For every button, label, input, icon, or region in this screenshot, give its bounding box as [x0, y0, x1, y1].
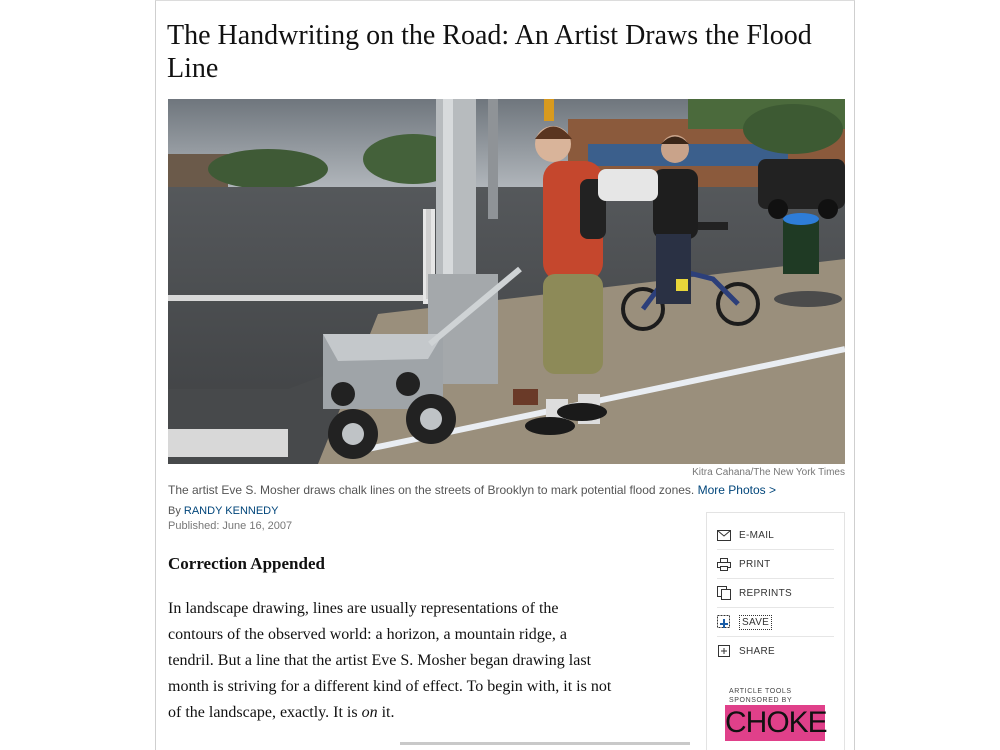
reprints-icon — [717, 586, 731, 600]
caption-text: The artist Eve S. Mosher draws chalk lin… — [168, 483, 695, 497]
tool-label: E-MAIL — [739, 529, 775, 541]
paragraph-line: tendril. But a line that the artist Eve … — [168, 652, 592, 669]
envelope-icon — [717, 528, 731, 542]
tool-label: REPRINTS — [739, 587, 792, 599]
paragraph-line: of the landscape, exactly. It is on it. — [168, 700, 698, 726]
sponsor-logo[interactable]: CHOKE — [725, 705, 828, 741]
tool-label: SAVE — [739, 614, 773, 630]
tool-label: PRINT — [739, 558, 771, 570]
more-photos-link[interactable]: More Photos > — [698, 483, 776, 497]
photo-caption: The artist Eve S. Mosher draws chalk lin… — [168, 483, 848, 497]
tool-email[interactable]: E-MAIL — [717, 521, 834, 550]
byline: By RANDY KENNEDY — [168, 505, 278, 517]
sponsor-label: ARTICLE TOOLS SPONSORED BY — [729, 687, 829, 705]
author-link[interactable]: RANDY KENNEDY — [184, 505, 279, 517]
sponsor-label-line: ARTICLE TOOLS — [729, 688, 792, 695]
tool-print[interactable]: PRINT — [717, 550, 834, 579]
paragraph-emphasis: on — [361, 704, 378, 721]
publish-date: Published: June 16, 2007 — [168, 520, 293, 532]
byline-prefix: By — [168, 505, 181, 517]
photo-credit: Kitra Cahana/The New York Times — [692, 467, 845, 478]
cutoff-bar — [400, 742, 690, 745]
correction-heading: Correction Appended — [168, 554, 325, 573]
tool-label: SHARE — [739, 645, 775, 657]
article-tools-panel: E-MAIL PRINT REPRINTS SAVE SHARE ARTICLE… — [706, 512, 845, 750]
sponsor-label-line: SPONSORED BY — [729, 697, 793, 704]
tool-save[interactable]: SAVE — [717, 608, 834, 637]
printer-icon — [717, 557, 731, 571]
tool-share[interactable]: SHARE — [717, 637, 834, 665]
article-headline: The Handwriting on the Road: An Artist D… — [167, 20, 812, 84]
paragraph-line: month is striving for a different kind o… — [168, 678, 612, 695]
paragraph-line: In landscape drawing, lines are usually … — [168, 600, 559, 617]
tool-reprints[interactable]: REPRINTS — [717, 579, 834, 608]
share-icon — [717, 644, 731, 658]
save-icon — [717, 615, 731, 629]
article-paragraph: In landscape drawing, lines are usually … — [168, 596, 698, 726]
article-photo[interactable] — [168, 99, 845, 464]
paragraph-text: it. — [377, 704, 395, 721]
paragraph-text: of the landscape, exactly. It is — [168, 704, 362, 721]
paragraph-line: contours of the observed world: a horizo… — [168, 626, 567, 643]
next-paragraph-cutoff — [400, 742, 700, 750]
